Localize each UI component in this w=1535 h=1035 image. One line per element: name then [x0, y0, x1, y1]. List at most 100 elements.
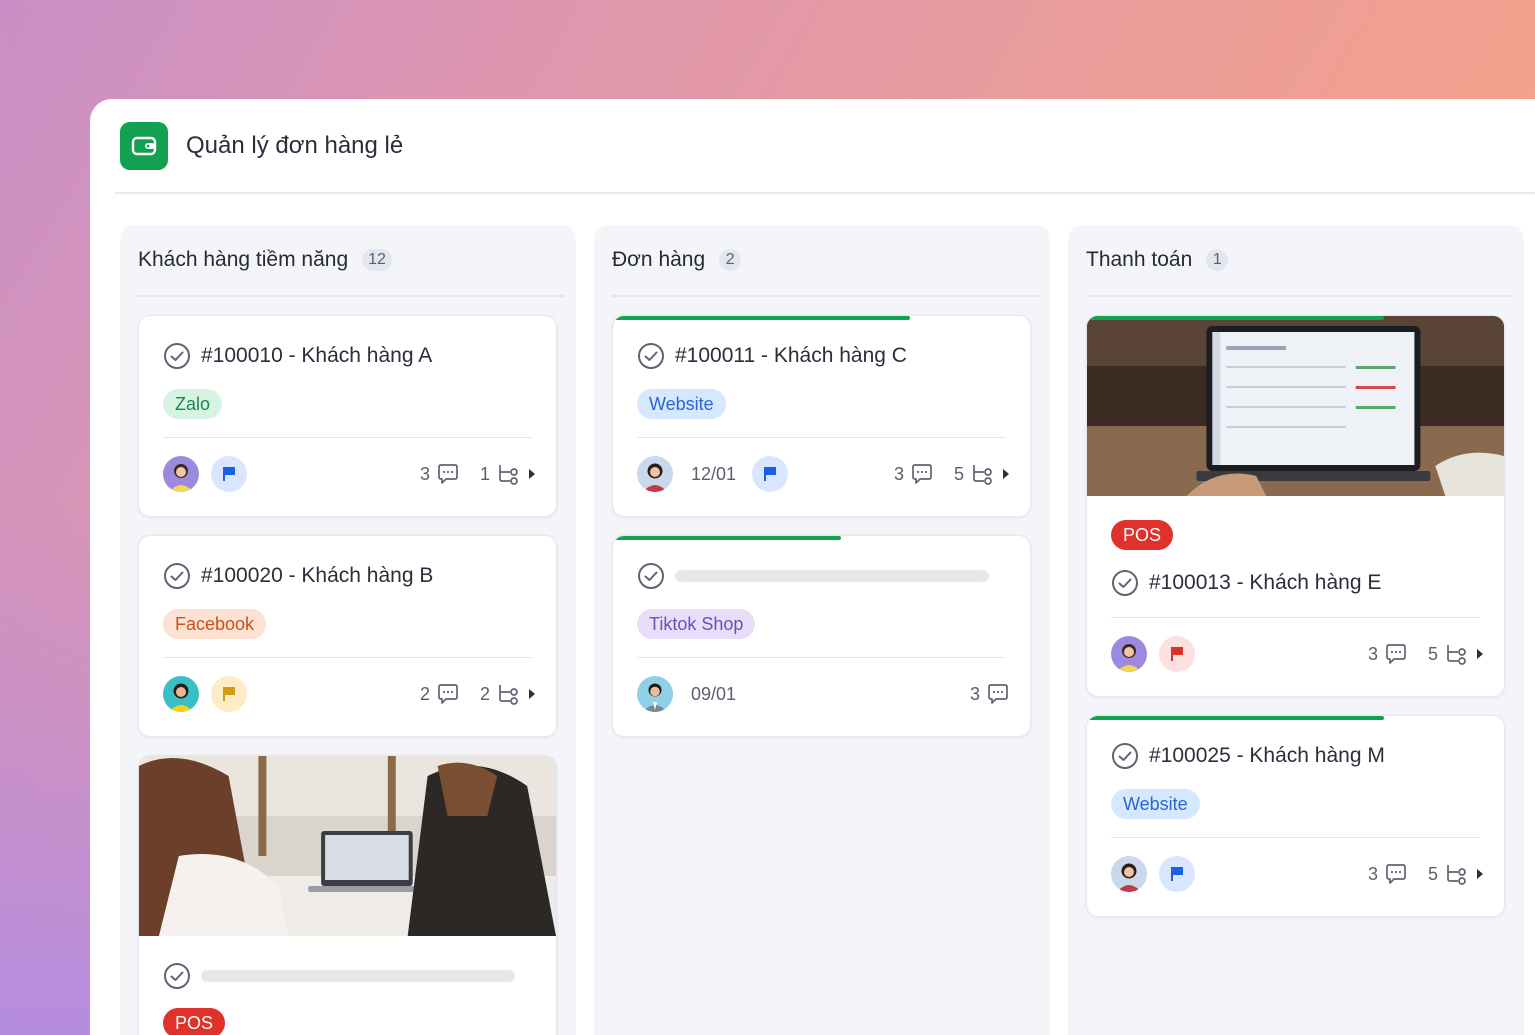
- card-title: #100020 - Khách hàng B: [201, 564, 434, 587]
- progress-bar: [615, 536, 841, 540]
- comment-count[interactable]: 3: [420, 462, 460, 486]
- comment-count[interactable]: 2: [420, 682, 460, 706]
- subtask-count[interactable]: 2: [480, 682, 520, 706]
- divider: [163, 657, 532, 658]
- check-circle-icon[interactable]: [1111, 742, 1139, 770]
- title-skeleton: [675, 570, 989, 582]
- comment-icon: [912, 464, 932, 484]
- flag-icon[interactable]: [211, 676, 247, 712]
- card-footer: 12/01 3 5: [637, 456, 1010, 492]
- column-don-hang: Đơn hàng 2 #100011 - Khách hàng C Websit…: [594, 225, 1050, 1035]
- column-count-badge: 2: [719, 249, 742, 271]
- progress-bar: [615, 316, 910, 320]
- subtask-count[interactable]: 5: [954, 462, 994, 486]
- card-title-row: [163, 962, 515, 990]
- column-khach-hang-tiem-nang: Khách hàng tiềm năng 12 #100010 - Khách …: [120, 225, 576, 1035]
- progress-bar: [1089, 716, 1384, 720]
- column-header: Thanh toán 1: [1086, 225, 1512, 297]
- caret-right-icon[interactable]: [528, 688, 536, 700]
- card-title: #100013 - Khách hàng E: [1149, 571, 1382, 594]
- source-tag: POS: [1111, 520, 1174, 550]
- card-title-row: #100025 - Khách hàng M: [1111, 742, 1385, 770]
- subtask-count[interactable]: 5: [1428, 642, 1468, 666]
- card-cover-image: [1087, 316, 1504, 496]
- check-circle-icon[interactable]: [1111, 569, 1139, 597]
- card-title: #100011 - Khách hàng C: [675, 344, 907, 367]
- order-card[interactable]: POS #100013 - Khách hàng E 3 5: [1086, 315, 1505, 697]
- subtask-count[interactable]: 1: [480, 462, 520, 486]
- divider: [1111, 837, 1480, 838]
- avatar[interactable]: [1111, 856, 1147, 892]
- subtask-icon: [1447, 865, 1466, 885]
- source-tag: POS: [163, 1008, 226, 1035]
- check-circle-icon[interactable]: [163, 962, 191, 990]
- comment-count-value: 2: [419, 683, 430, 704]
- column-count-badge: 12: [362, 249, 392, 271]
- comment-count[interactable]: 3: [970, 682, 1010, 706]
- card-title-row: #100020 - Khách hàng B: [163, 562, 433, 590]
- comment-count[interactable]: 3: [894, 462, 934, 486]
- comment-count-value: 3: [1367, 863, 1378, 884]
- avatar[interactable]: [637, 456, 673, 492]
- order-card[interactable]: #100011 - Khách hàng C Website 12/01 3 5: [612, 315, 1031, 517]
- check-circle-icon[interactable]: [637, 342, 665, 370]
- subtask-count-value: 2: [479, 683, 490, 704]
- check-circle-icon[interactable]: [163, 562, 191, 590]
- card-footer: 3 1: [163, 456, 536, 492]
- column-header: Khách hàng tiềm năng 12: [138, 225, 564, 297]
- avatar[interactable]: [163, 456, 199, 492]
- divider: [637, 437, 1006, 438]
- divider: [163, 437, 532, 438]
- comment-icon: [438, 464, 458, 484]
- caret-right-icon[interactable]: [1476, 648, 1484, 660]
- avatar[interactable]: [637, 676, 673, 712]
- flag-icon[interactable]: [1159, 856, 1195, 892]
- progress-bar: [1089, 316, 1384, 320]
- column-thanh-toan: Thanh toán 1 POS #100013 - Khách hàng E …: [1068, 225, 1524, 1035]
- comment-count-value: 3: [1367, 643, 1378, 664]
- column-title: Khách hàng tiềm năng: [138, 248, 349, 271]
- page-title: Quản lý đơn hàng lẻ: [186, 131, 404, 159]
- subtask-count-value: 5: [953, 463, 964, 484]
- order-card[interactable]: #100010 - Khách hàng A Zalo 3 1: [138, 315, 557, 517]
- caret-right-icon[interactable]: [1002, 468, 1010, 480]
- card-footer: 3 5: [1111, 636, 1484, 672]
- card-title: #100025 - Khách hàng M: [1149, 744, 1385, 767]
- column-title: Thanh toán: [1086, 248, 1193, 271]
- check-circle-icon[interactable]: [637, 562, 665, 590]
- card-title-row: #100011 - Khách hàng C: [637, 342, 907, 370]
- comment-icon: [1386, 644, 1406, 664]
- app-window: Quản lý đơn hàng lẻ Khách hàng tiềm năng…: [90, 99, 1535, 1035]
- card-cover-image: [139, 756, 556, 936]
- order-card[interactable]: #100020 - Khách hàng B Facebook 2 2: [138, 535, 557, 737]
- subtask-icon: [1447, 645, 1466, 665]
- column-header: Đơn hàng 2: [612, 225, 1038, 297]
- order-card[interactable]: Tiktok Shop 09/01 3: [612, 535, 1031, 737]
- order-card[interactable]: POS: [138, 755, 557, 1035]
- caret-right-icon[interactable]: [1476, 868, 1484, 880]
- comment-count[interactable]: 3: [1368, 642, 1408, 666]
- flag-icon[interactable]: [211, 456, 247, 492]
- comment-count-value: 3: [969, 683, 980, 704]
- wallet-icon[interactable]: [120, 121, 168, 170]
- comment-count[interactable]: 3: [1368, 862, 1408, 886]
- check-circle-icon[interactable]: [163, 342, 191, 370]
- avatar[interactable]: [163, 676, 199, 712]
- card-title-row: #100010 - Khách hàng A: [163, 342, 432, 370]
- source-tag: Website: [637, 389, 726, 419]
- flag-icon[interactable]: [752, 456, 789, 492]
- source-tag: Tiktok Shop: [637, 609, 756, 639]
- due-date: 09/01: [691, 683, 737, 704]
- card-footer: 09/01 3: [637, 676, 1010, 712]
- subtask-count[interactable]: 5: [1428, 862, 1468, 886]
- comment-icon: [1386, 864, 1406, 884]
- flag-icon[interactable]: [1159, 636, 1195, 672]
- subtask-count-value: 5: [1427, 863, 1438, 884]
- card-title-row: #100013 - Khách hàng E: [1111, 569, 1381, 597]
- avatar[interactable]: [1111, 636, 1147, 672]
- caret-right-icon[interactable]: [528, 468, 536, 480]
- order-card[interactable]: #100025 - Khách hàng M Website 3 5: [1086, 715, 1505, 917]
- card-title-row: [637, 562, 989, 590]
- comment-icon: [988, 684, 1008, 704]
- due-date: 12/01: [691, 463, 737, 484]
